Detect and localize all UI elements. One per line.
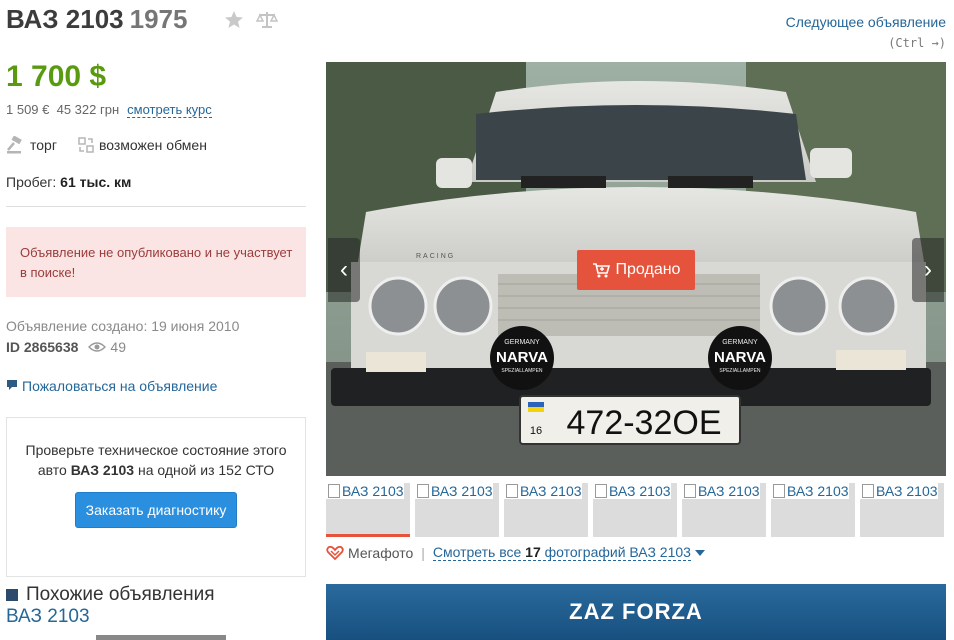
car-model: ВАЗ 2103 xyxy=(6,4,124,34)
license-plate: 472-32ОЕ xyxy=(567,404,722,442)
exchange-icon xyxy=(78,137,94,153)
similar-model-link[interactable]: ВАЗ 2103 xyxy=(6,606,90,628)
ad-banner[interactable]: ZAZ FORZA xyxy=(326,584,946,640)
report-label[interactable]: Пожаловаться на объявление xyxy=(22,378,217,394)
thumbnail-alt: ВАЗ 2103 xyxy=(342,483,404,499)
mileage-label: Пробег: xyxy=(6,174,57,190)
created-date: Объявление создано: 19 июня 2010 xyxy=(6,318,240,334)
photos-count: 17 xyxy=(525,544,541,560)
similar-heading-text: Похожие объявления xyxy=(26,584,215,605)
similar-heading: Похожие объявления xyxy=(6,584,215,606)
price-eur: 1 509 € xyxy=(6,102,50,117)
sold-badge: Продано xyxy=(577,250,695,290)
id-value: 2865638 xyxy=(23,339,79,355)
divider xyxy=(6,206,306,207)
thumbnail[interactable]: ВАЗ 2103 xyxy=(326,483,410,537)
unpublished-alert: Объявление не опубликовано и не участвуе… xyxy=(6,227,306,297)
exchange-rate-link[interactable]: смотреть курс xyxy=(127,102,212,118)
photo-links: Мегафото | Смотреть все 17 фотографий ВА… xyxy=(326,544,706,561)
eye-icon xyxy=(88,342,107,352)
fog-lamp-label-top: GERMANY xyxy=(504,339,540,346)
price-uah: 45 322 грн xyxy=(56,102,120,117)
thumbnail[interactable]: ВАЗ 2103 xyxy=(593,483,677,537)
gavel-icon xyxy=(7,136,22,154)
views-count: 49 xyxy=(88,339,126,355)
order-diagnostics-button[interactable]: Заказать диагностику xyxy=(74,492,238,528)
next-listing-shortcut: (Ctrl →) xyxy=(888,36,946,50)
thumbnail-alt: ВАЗ 2103 xyxy=(787,483,849,499)
fog-lamp-label-top-right: GERMANY xyxy=(722,339,758,346)
deal-options: торг возможен обмен xyxy=(6,136,207,154)
inspection-text: Проверьте техническое состояние этого ав… xyxy=(25,440,287,480)
views-value: 49 xyxy=(110,339,126,355)
see-all-suffix: фотографий ВАЗ 2103 xyxy=(544,544,691,560)
exchange-label: возможен обмен xyxy=(98,137,207,153)
hood-badge: RACING xyxy=(416,253,455,260)
thumbnail[interactable]: ВАЗ 2103 xyxy=(415,483,499,537)
thumbnail[interactable]: ВАЗ 2103 xyxy=(771,483,855,537)
fog-lamp-brand-right: NARVA xyxy=(714,349,766,366)
fog-lamp-label-bottom: SPEZIALLAMPEN xyxy=(501,368,543,374)
thumbnail-alt: ВАЗ 2103 xyxy=(431,483,493,499)
listing-title: ВАЗ 2103 1975 xyxy=(6,4,187,35)
next-listing-link[interactable]: Следующее объявление xyxy=(786,14,946,30)
plate-region: 16 xyxy=(530,425,542,437)
thumbnail[interactable]: ВАЗ 2103 xyxy=(860,483,944,537)
inspection-car: ВАЗ 2103 xyxy=(70,462,135,478)
price-main: 1 700 $ xyxy=(6,60,107,93)
mileage: Пробег: 61 тыс. км xyxy=(6,174,131,190)
separator: | xyxy=(421,544,425,561)
bottom-strip xyxy=(96,635,226,640)
compare-scale-icon[interactable] xyxy=(256,10,278,30)
thumbnail-alt: ВАЗ 2103 xyxy=(609,483,671,499)
id-label: ID xyxy=(6,339,20,355)
fog-lamp-label-bottom-right: SPEZIALLAMPEN xyxy=(719,368,761,374)
thumbnail-alt: ВАЗ 2103 xyxy=(520,483,582,499)
inspection-promo: Проверьте техническое состояние этого ав… xyxy=(6,417,306,577)
caret-down-icon[interactable] xyxy=(694,549,706,557)
megafoto-link[interactable]: Мегафото xyxy=(348,545,413,561)
fog-lamp-brand-left: NARVA xyxy=(496,349,548,366)
see-all-prefix: Смотреть все xyxy=(432,544,522,560)
banner-text: ZAZ FORZA xyxy=(569,599,703,624)
bargain-label: торг xyxy=(30,137,57,153)
listing-id-line: ID 2865638 49 xyxy=(6,339,126,355)
car-year: 1975 xyxy=(129,4,188,34)
sold-label: Продано xyxy=(615,261,681,278)
star-icon[interactable] xyxy=(224,10,244,30)
prev-photo-arrow[interactable]: ‹ xyxy=(328,238,360,302)
price-alternatives: 1 509 € 45 322 грн смотреть курс xyxy=(6,102,212,118)
thumbnail[interactable]: ВАЗ 2103 xyxy=(504,483,588,537)
bullet-square-icon xyxy=(6,589,18,601)
thumbnail[interactable]: ВАЗ 2103 xyxy=(682,483,766,537)
report-listing-link[interactable]: Пожаловаться на объявление xyxy=(6,378,217,394)
next-photo-arrow[interactable]: › xyxy=(912,238,944,302)
mileage-value: 61 тыс. км xyxy=(60,174,132,190)
flag-comment-icon xyxy=(7,380,17,390)
megafoto-heart-icon xyxy=(326,545,344,560)
thumbnail-strip: ВАЗ 2103 ВАЗ 2103 ВАЗ 2103 ВАЗ 2103 ВАЗ … xyxy=(326,483,944,537)
inspection-text-after: на одной из 152 СТО xyxy=(137,462,275,478)
thumbnail-alt: ВАЗ 2103 xyxy=(876,483,938,499)
cart-icon xyxy=(592,263,610,278)
see-all-photos-link[interactable]: Смотреть все 17 фотографий ВАЗ 2103 xyxy=(432,544,691,561)
thumbnail-alt: ВАЗ 2103 xyxy=(698,483,760,499)
